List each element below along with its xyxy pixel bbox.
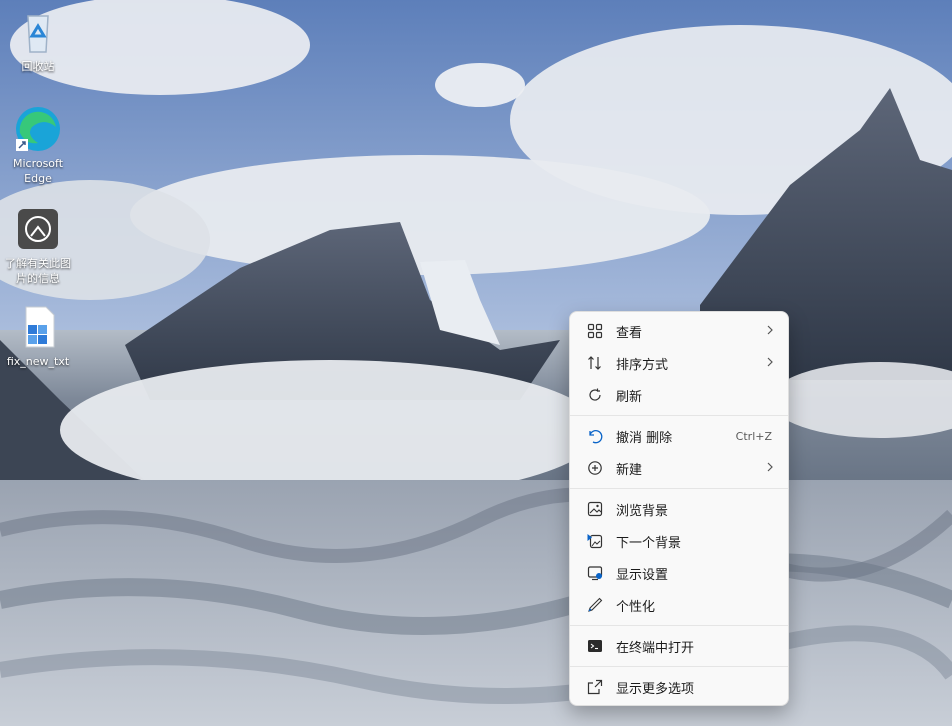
menu-separator: [570, 666, 788, 667]
file-icon: [14, 303, 62, 351]
menu-label: 个性化: [616, 599, 656, 615]
menu-label: 刷新: [616, 389, 643, 405]
recycle-bin-icon: [14, 8, 62, 56]
menu-item-open-in-terminal[interactable]: 在终端中打开: [574, 631, 786, 661]
grid-icon: [586, 322, 604, 340]
expand-icon: [586, 678, 604, 696]
desktop-icon-spotlight-info[interactable]: 了解有关此图片的信息: [0, 205, 76, 286]
desktop-icon-fix-new-txt[interactable]: fix_new_txt: [0, 303, 76, 369]
wallpaper-landscape: [0, 0, 952, 726]
undo-icon: [586, 427, 604, 445]
menu-separator: [570, 415, 788, 416]
menu-label: 下一个背景: [616, 535, 682, 551]
menu-item-show-more-options[interactable]: 显示更多选项: [574, 672, 786, 702]
desktop-icon-recycle-bin[interactable]: 回收站: [0, 8, 76, 74]
chevron-right-icon: [766, 324, 774, 339]
edge-icon: [14, 105, 62, 153]
menu-item-view[interactable]: 查看: [574, 316, 786, 346]
chevron-right-icon: [766, 356, 774, 371]
menu-item-display-settings[interactable]: 显示设置: [574, 558, 786, 588]
plus-circle-icon: [586, 459, 604, 477]
next-image-icon: [586, 532, 604, 550]
display-icon: [586, 564, 604, 582]
menu-label: 显示设置: [616, 567, 669, 583]
menu-item-undo-delete[interactable]: 撤消 删除 Ctrl+Z: [574, 421, 786, 451]
refresh-icon: [586, 386, 604, 404]
menu-item-refresh[interactable]: 刷新: [574, 380, 786, 410]
desktop-icon-label: fix_new_txt: [6, 355, 70, 368]
menu-separator: [570, 625, 788, 626]
image-icon: [586, 500, 604, 518]
menu-label: 在终端中打开: [616, 640, 695, 656]
menu-item-personalize[interactable]: 个性化: [574, 590, 786, 620]
terminal-icon: [586, 637, 604, 655]
menu-label: 排序方式: [616, 357, 669, 373]
desktop-icon-label: 回收站: [21, 60, 55, 73]
info-person-icon: [14, 205, 62, 253]
pen-icon: [586, 596, 604, 614]
menu-label: 撤消 删除: [616, 430, 673, 446]
menu-label: 新建: [616, 462, 643, 478]
menu-label: 查看: [616, 325, 643, 341]
menu-label: 浏览背景: [616, 503, 669, 519]
context-menu: 查看 排序方式 刷新 撤消 删除 Ctrl+Z 新建 浏览背景 下一个背景 显示…: [569, 311, 789, 706]
menu-separator: [570, 488, 788, 489]
menu-shortcut: Ctrl+Z: [735, 429, 772, 443]
menu-item-new[interactable]: 新建: [574, 453, 786, 483]
sort-icon: [586, 354, 604, 372]
menu-label: 显示更多选项: [616, 681, 695, 697]
desktop-icon-edge[interactable]: Microsoft Edge: [0, 105, 76, 186]
menu-item-next-background[interactable]: 下一个背景: [574, 526, 786, 556]
menu-item-sort[interactable]: 排序方式: [574, 348, 786, 378]
chevron-right-icon: [766, 461, 774, 476]
desktop-icon-label: Microsoft Edge: [12, 157, 64, 185]
desktop-wallpaper[interactable]: [0, 0, 952, 726]
desktop-icon-label: 了解有关此图片的信息: [5, 257, 71, 285]
menu-item-browse-background[interactable]: 浏览背景: [574, 494, 786, 524]
